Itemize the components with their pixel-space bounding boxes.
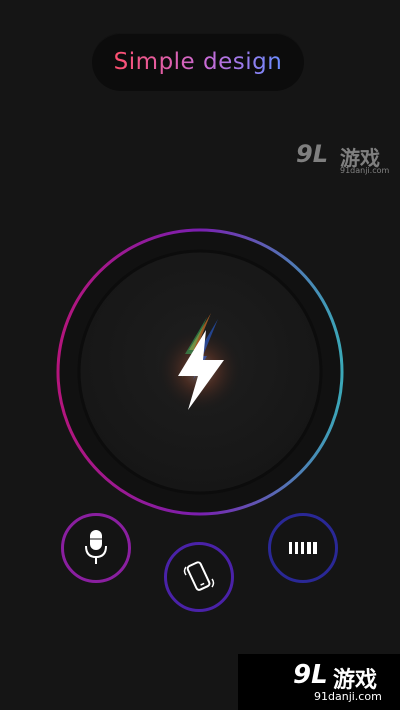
strobe-bars-icon <box>289 542 317 554</box>
watermark-bottom-logo: 9L <box>293 660 328 690</box>
shake-button[interactable] <box>164 542 234 612</box>
phone-shake-icon <box>183 561 215 591</box>
microphone-button[interactable] <box>61 513 131 583</box>
app-screen: Simple design 9L 游戏 91danji.com 9L 游戏 91… <box>0 0 400 710</box>
watermark-bottom-url: 91danji.com <box>314 690 382 703</box>
watermark-bottom: 9L 游戏 91danji.com <box>238 654 400 710</box>
microphone-icon <box>85 530 107 564</box>
strobe-button[interactable] <box>268 513 338 583</box>
